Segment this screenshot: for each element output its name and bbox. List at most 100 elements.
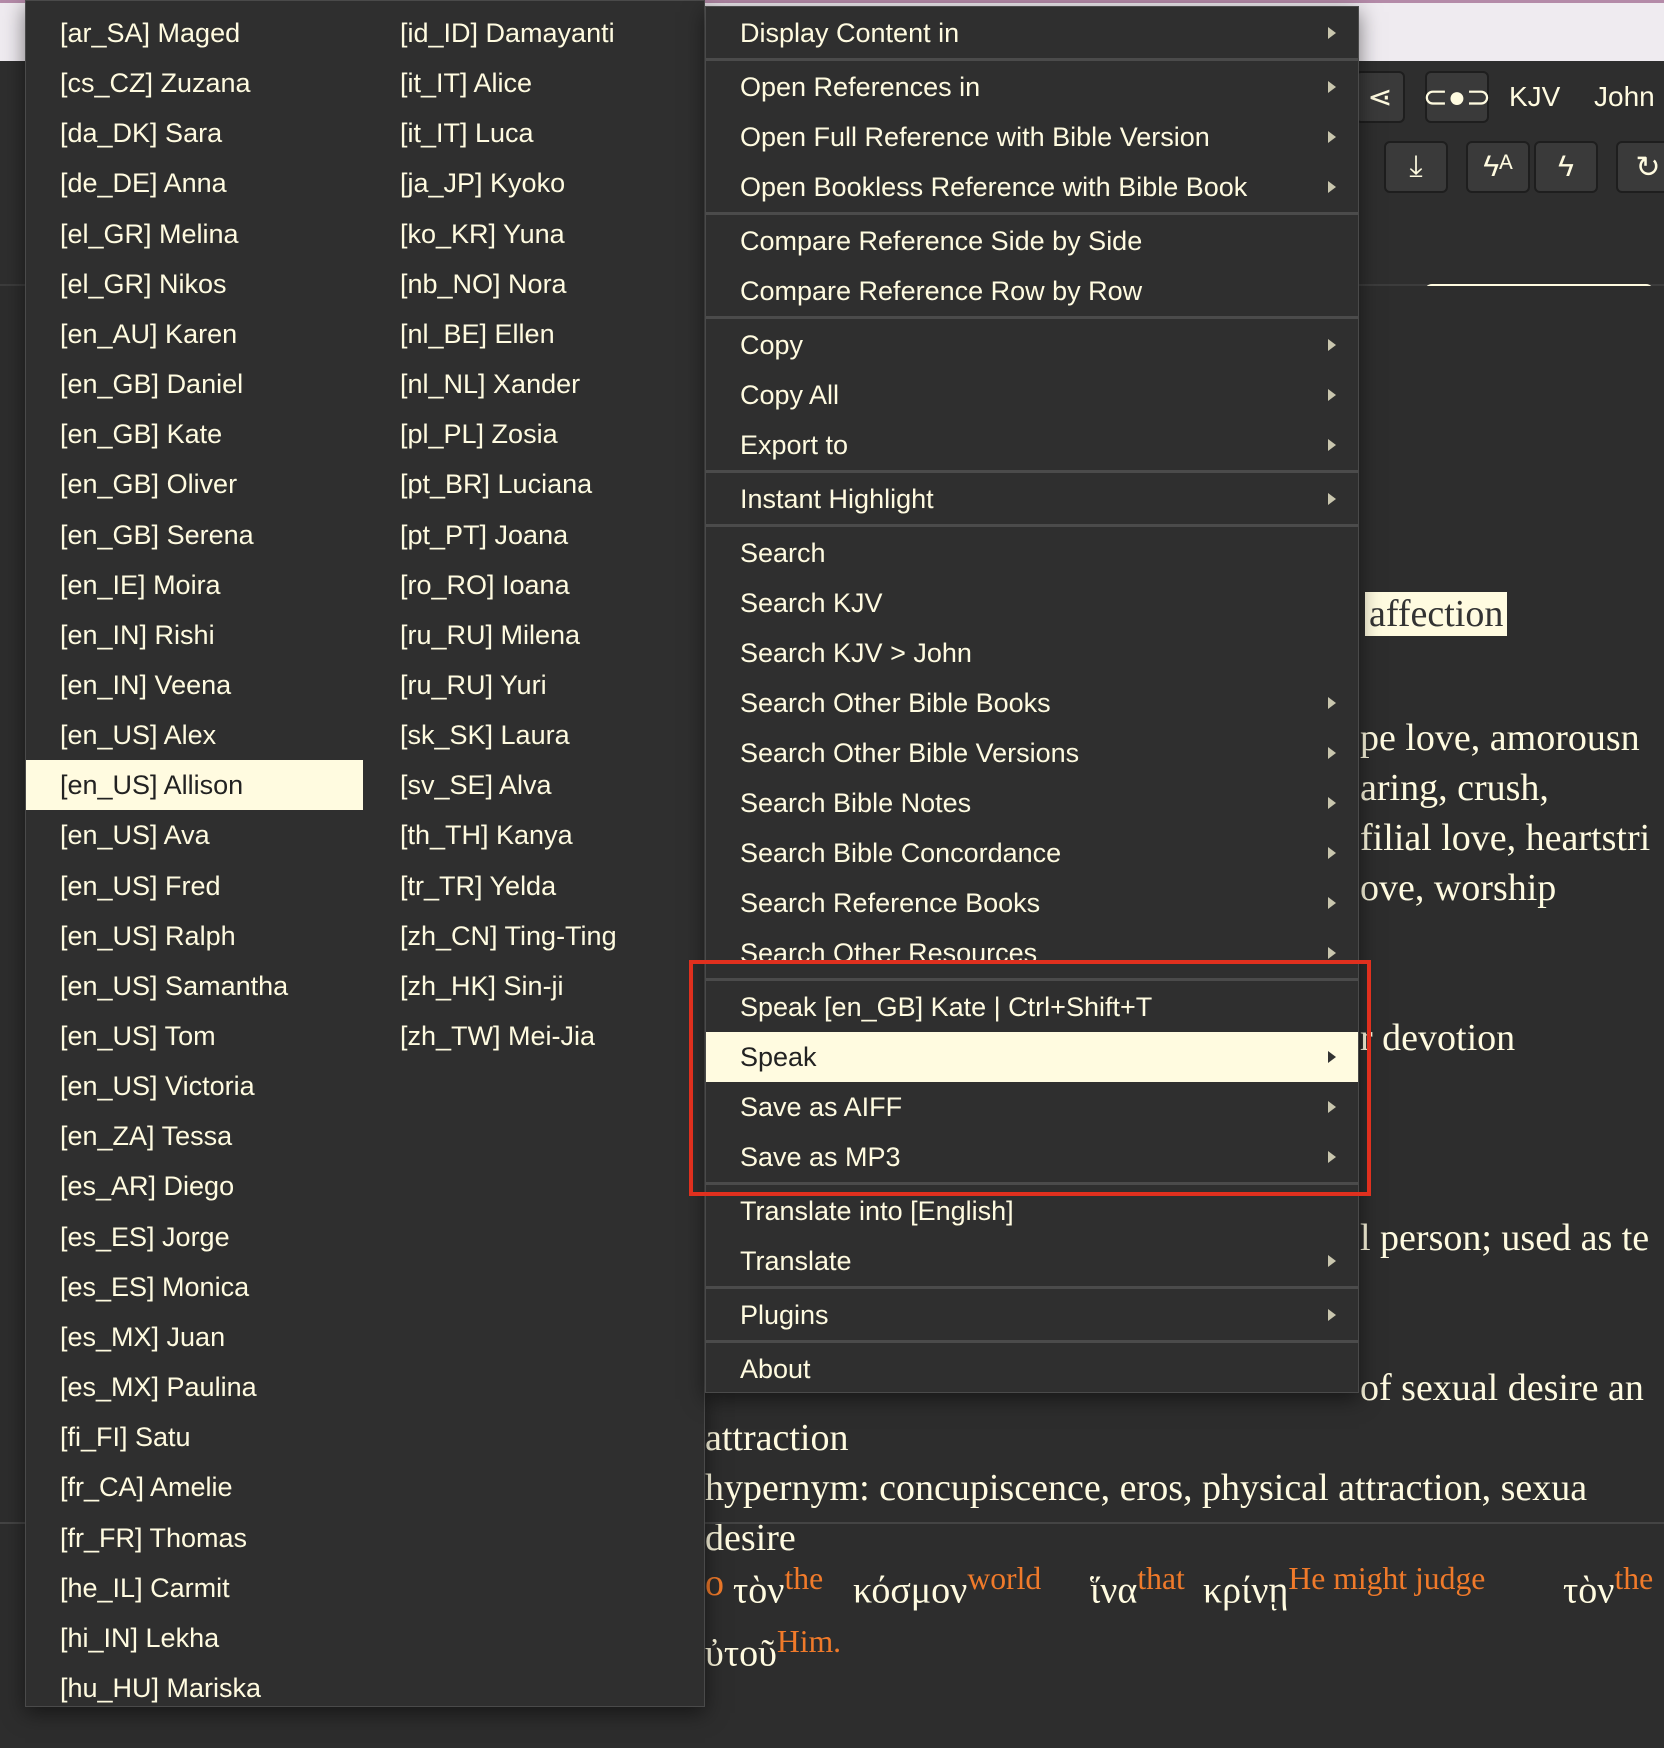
menu-item[interactable]: Copy [706,320,1358,370]
menu-item[interactable]: Search Other Resources [706,928,1358,978]
menu-item[interactable]: Open Full Reference with Bible Version [706,112,1358,162]
voice-item[interactable]: [es_AR] Diego [26,1161,363,1211]
menu-item[interactable]: Search Bible Concordance [706,828,1358,878]
greek-word[interactable]: τὸνthe [1563,1561,1653,1613]
voice-item[interactable]: [en_GB] Serena [26,510,363,560]
voice-item[interactable]: [en_US] Fred [26,861,363,911]
voice-item[interactable]: [nl_NL] Xander [366,359,706,409]
voice-item[interactable]: [en_ZA] Tessa [26,1111,363,1161]
submenu-arrow-icon [1328,339,1336,351]
voice-item[interactable]: [en_IN] Veena [26,660,363,710]
toggle-icon[interactable]: ⊂●⊃ [1423,71,1491,123]
voice-item[interactable]: [hi_IN] Lekha [26,1613,363,1663]
voice-item[interactable]: [ko_KR] Yuna [366,209,706,259]
voice-item[interactable]: [en_US] Ava [26,810,363,860]
voice-item[interactable]: [zh_TW] Mei-Jia [366,1011,706,1061]
menu-item[interactable]: Search KJV > John [706,628,1358,678]
lightning-icon[interactable]: ϟ [1534,141,1598,193]
voice-item[interactable]: [en_US] Tom [26,1011,363,1061]
voice-item[interactable]: [nb_NO] Nora [366,259,706,309]
voice-item[interactable]: [pt_PT] Joana [366,510,706,560]
greek-text: κόσμον [853,1569,968,1612]
voice-item[interactable]: [en_GB] Kate [26,409,363,459]
menu-item[interactable]: Compare Reference Side by Side [706,216,1358,266]
book-select[interactable]: John [1594,81,1655,113]
voice-item[interactable]: [id_ID] Damayanti [366,8,706,58]
voice-item[interactable]: [es_ES] Monica [26,1262,363,1312]
voice-item[interactable]: [ja_JP] Kyoko [366,158,706,208]
voice-item[interactable]: [zh_CN] Ting-Ting [366,911,706,961]
voice-item[interactable]: [en_US] Alex [26,710,363,760]
voice-item[interactable]: [nl_BE] Ellen [366,309,706,359]
menu-item[interactable]: Search Other Bible Versions [706,728,1358,778]
menu-item[interactable]: Open Bookless Reference with Bible Book [706,162,1358,212]
voice-item[interactable]: [es_ES] Jorge [26,1212,363,1262]
voice-item[interactable]: [fr_FR] Thomas [26,1513,363,1563]
voice-item[interactable]: [en_GB] Oliver [26,459,363,509]
voice-item[interactable]: [en_IE] Moira [26,560,363,610]
menu-item[interactable]: Search [706,528,1358,578]
voice-item[interactable]: [en_US] Ralph [26,911,363,961]
menu-item[interactable]: Plugins [706,1290,1358,1340]
voice-item[interactable]: [el_GR] Nikos [26,259,363,309]
menu-item[interactable]: Speak [706,1032,1358,1082]
refresh-icon[interactable]: ↻ [1616,141,1664,193]
voice-item[interactable]: [ro_RO] Ioana [366,560,706,610]
voice-item[interactable]: [en_US] Samantha [26,961,363,1011]
gloss: world [967,1561,1042,1596]
voice-item[interactable]: [fi_FI] Satu [26,1412,363,1462]
menu-item[interactable]: Search Bible Notes [706,778,1358,828]
instant-highlight-a-icon[interactable]: ϟᴬ [1466,141,1530,193]
voice-item[interactable]: [sv_SE] Alva [366,760,706,810]
menu-item[interactable]: Translate [706,1236,1358,1286]
voice-item[interactable]: [en_IN] Rishi [26,610,363,660]
menu-item[interactable]: Copy All [706,370,1358,420]
voice-item[interactable]: [cs_CZ] Zuzana [26,58,363,108]
menu-item[interactable]: Search Reference Books [706,878,1358,928]
voice-item[interactable]: [zh_HK] Sin-ji [366,961,706,1011]
menu-item[interactable]: Instant Highlight [706,474,1358,524]
greek-word[interactable]: κόσμονworld [853,1561,1041,1613]
voice-item[interactable]: [sk_SK] Laura [366,710,706,760]
menu-item[interactable]: Search Other Bible Books [706,678,1358,728]
voice-item[interactable]: [es_MX] Juan [26,1312,363,1362]
menu-item[interactable]: Search KJV [706,578,1358,628]
voice-item[interactable]: [es_MX] Paulina [26,1362,363,1412]
voice-item[interactable]: [pt_BR] Luciana [366,459,706,509]
menu-item[interactable]: Save as AIFF [706,1082,1358,1132]
menu-item[interactable]: Speak [en_GB] Kate | Ctrl+Shift+T [706,982,1358,1032]
menu-item[interactable]: Export to [706,420,1358,470]
voice-item[interactable]: [tr_TR] Yelda [366,861,706,911]
voice-item[interactable]: [de_DE] Anna [26,158,363,208]
voice-item[interactable]: [hu_HU] Mariska [26,1663,363,1713]
greek-word[interactable]: τὸνthe [733,1561,823,1613]
voice-item[interactable]: [it_IT] Alice [366,58,706,108]
greek-word[interactable]: ὐτοῦHim. [705,1624,841,1676]
voice-item[interactable]: [el_GR] Melina [26,209,363,259]
voice-item[interactable]: [en_US] Victoria [26,1061,363,1111]
voice-item[interactable]: [en_GB] Daniel [26,359,363,409]
menu-item[interactable]: Compare Reference Row by Row [706,266,1358,316]
greek-word[interactable]: ἵναthat [1090,1561,1185,1613]
voice-item[interactable]: [ru_RU] Yuri [366,660,706,710]
voice-item[interactable]: [en_AU] Karen [26,309,363,359]
greek-word[interactable]: κρίνῃHe might judge [1203,1561,1485,1613]
voice-item[interactable]: [th_TH] Kanya [366,810,706,860]
voice-item[interactable]: [he_IL] Carmit [26,1563,363,1613]
greek-word[interactable]: o [705,1561,724,1605]
voice-item[interactable]: [ru_RU] Milena [366,610,706,660]
menu-item[interactable]: Translate into [English] [706,1186,1358,1236]
menu-item[interactable]: Save as MP3 [706,1132,1358,1182]
share-icon[interactable]: ⋖ [1355,71,1405,123]
voice-item[interactable]: [fr_CA] Amelie [26,1462,363,1512]
bible-version-select[interactable]: KJV [1509,81,1560,113]
menu-item[interactable]: Open References in [706,62,1358,112]
voice-item[interactable]: [it_IT] Luca [366,108,706,158]
menu-item[interactable]: About [706,1344,1358,1394]
menu-item[interactable]: Display Content in [706,8,1358,58]
voice-item[interactable]: [ar_SA] Maged [26,8,363,58]
download-screen-icon[interactable]: ⤓ [1384,141,1448,193]
voice-item[interactable]: [en_US] Allison [26,760,363,811]
voice-item[interactable]: [da_DK] Sara [26,108,363,158]
voice-item[interactable]: [pl_PL] Zosia [366,409,706,459]
